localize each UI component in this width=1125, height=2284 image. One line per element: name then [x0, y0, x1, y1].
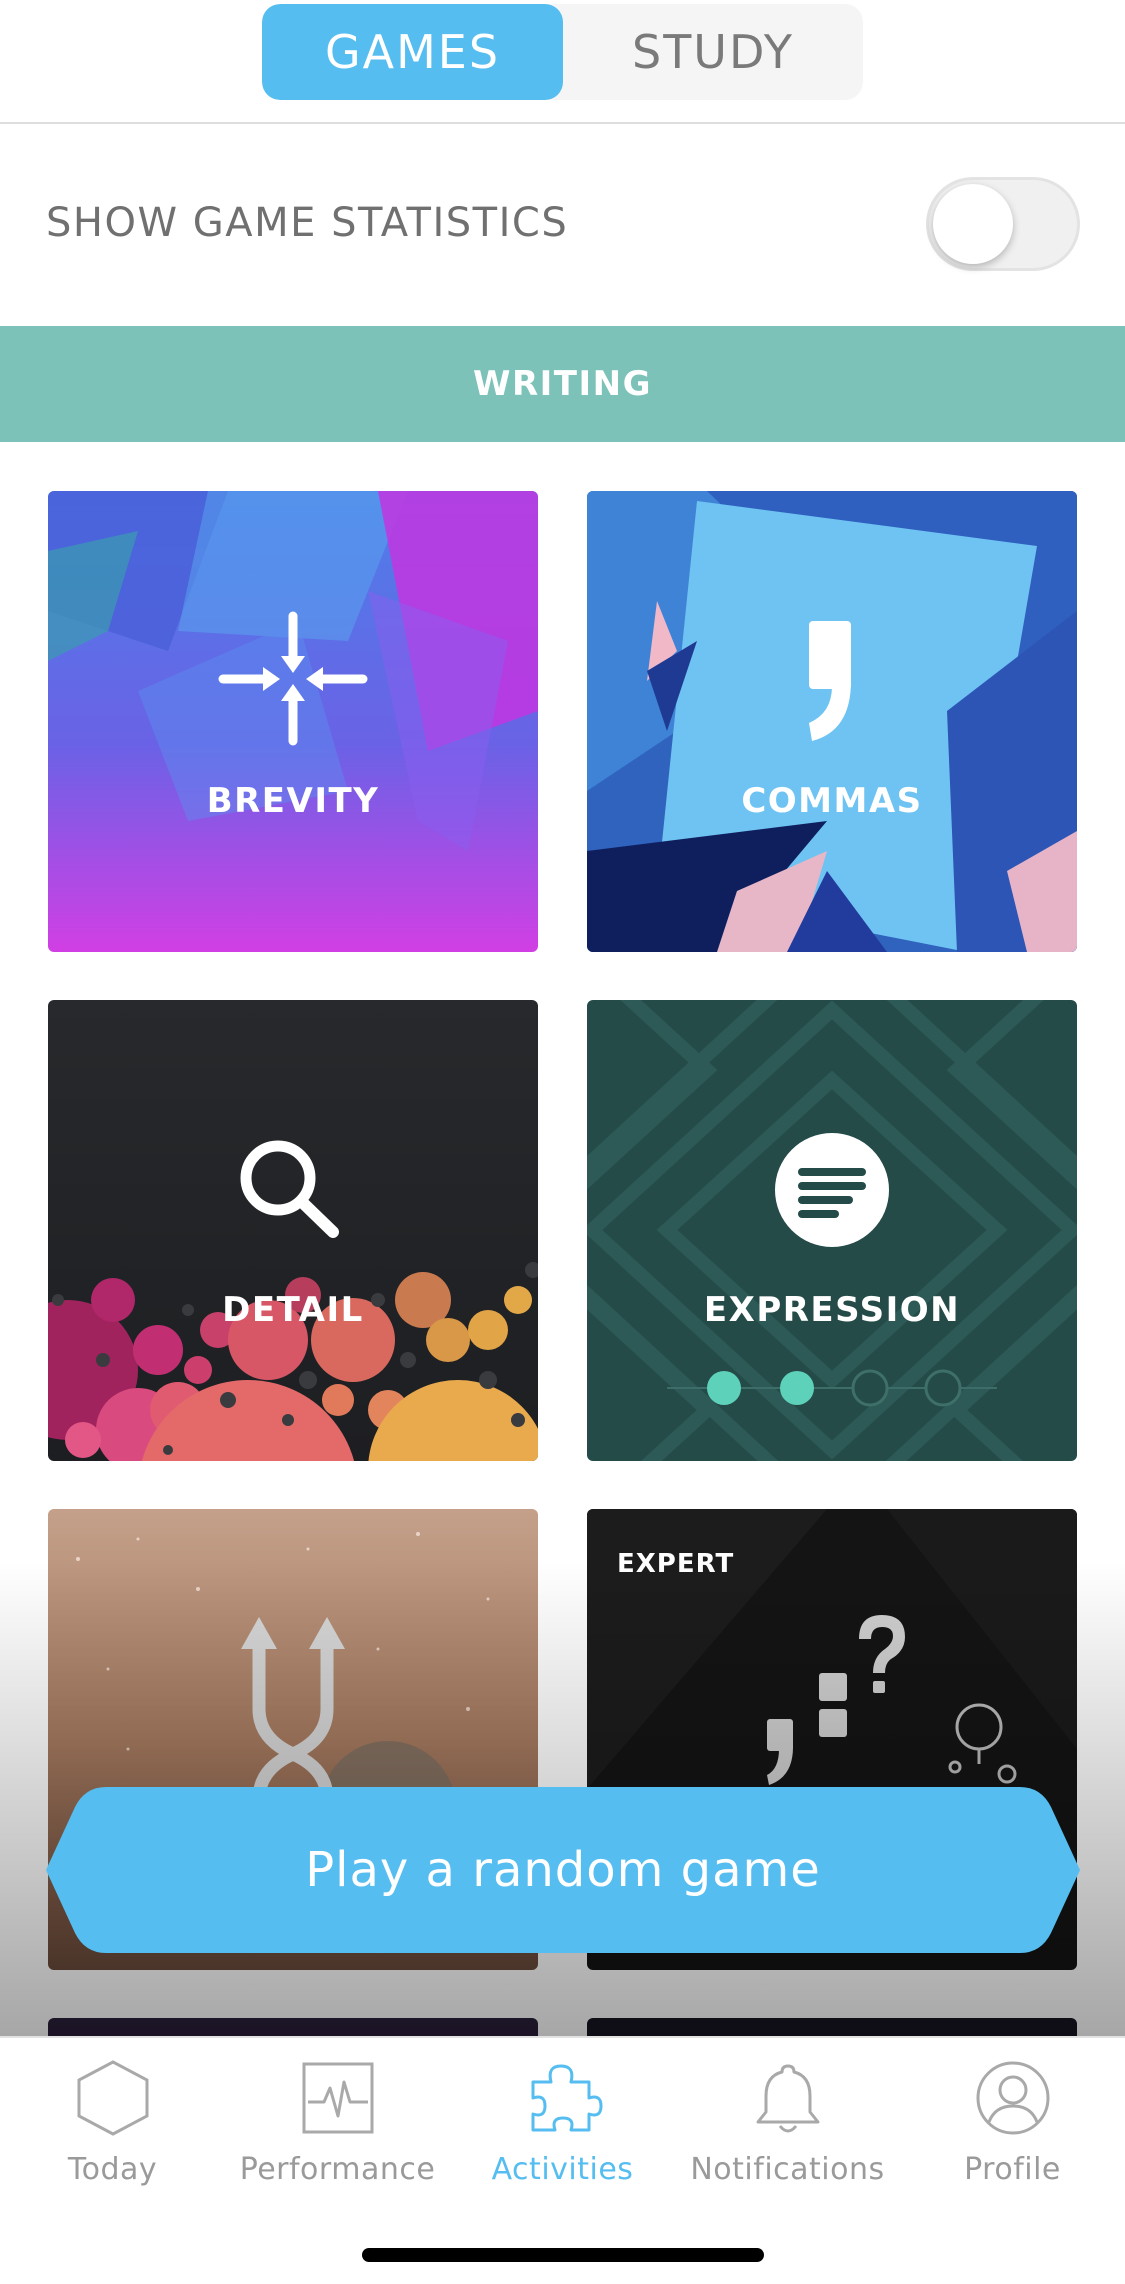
play-random-game-button[interactable]: Play a random game: [46, 1787, 1080, 1953]
game-label: BREVITY: [206, 781, 380, 821]
tab-profile[interactable]: Profile: [900, 2058, 1125, 2228]
bell-icon: [756, 2064, 819, 2133]
tab-label: Activities: [491, 2152, 634, 2187]
toggle-knob: [933, 184, 1013, 264]
brevity-background: [48, 491, 538, 952]
game-label: COMMAS: [741, 781, 923, 821]
tab-label: Performance: [239, 2152, 436, 2187]
tab-games[interactable]: GAMES: [262, 4, 563, 100]
tab-label: Notifications: [690, 2152, 885, 2187]
game-tile-expression[interactable]: EXPRESSION: [587, 1000, 1077, 1461]
home-indicator: [362, 2248, 764, 2262]
game-tile-commas[interactable]: COMMAS: [587, 491, 1077, 952]
game-label: DETAIL: [222, 1290, 364, 1330]
section-header-writing: WRITING: [0, 326, 1125, 442]
tab-label: Profile: [964, 2152, 1061, 2187]
header-divider: [0, 122, 1125, 124]
game-label: EXPRESSION: [703, 1290, 961, 1330]
tab-activities[interactable]: Activities: [450, 2058, 675, 2228]
text-lines-icon: [775, 1133, 889, 1247]
detail-background: [48, 1000, 538, 1461]
hexagon-icon: [77, 2060, 148, 2136]
person-icon: [976, 2061, 1049, 2135]
tab-study[interactable]: STUDY: [563, 4, 863, 100]
expert-badge: EXPERT: [617, 1549, 735, 1579]
game-tile-detail[interactable]: DETAIL: [48, 1000, 538, 1461]
bottom-tab-bar: Today Performance Activities Notificatio…: [0, 2036, 1125, 2284]
random-button-label: Play a random game: [305, 1842, 821, 1898]
tab-today[interactable]: Today: [0, 2058, 225, 2228]
section-title: WRITING: [472, 364, 653, 404]
games-study-segmented-control: GAMES STUDY: [262, 4, 863, 100]
tab-label: Today: [67, 2152, 158, 2187]
puzzle-icon: [531, 2064, 602, 2132]
game-tile-brevity[interactable]: BREVITY: [48, 491, 538, 952]
pulse-chart-icon: [302, 2062, 373, 2134]
show-statistics-toggle[interactable]: [926, 177, 1080, 271]
show-statistics-label: SHOW GAME STATISTICS: [46, 200, 569, 246]
commas-background: [587, 491, 1077, 952]
expression-background: [587, 1000, 1077, 1461]
tab-performance[interactable]: Performance: [225, 2058, 450, 2228]
tab-notifications[interactable]: Notifications: [675, 2058, 900, 2228]
